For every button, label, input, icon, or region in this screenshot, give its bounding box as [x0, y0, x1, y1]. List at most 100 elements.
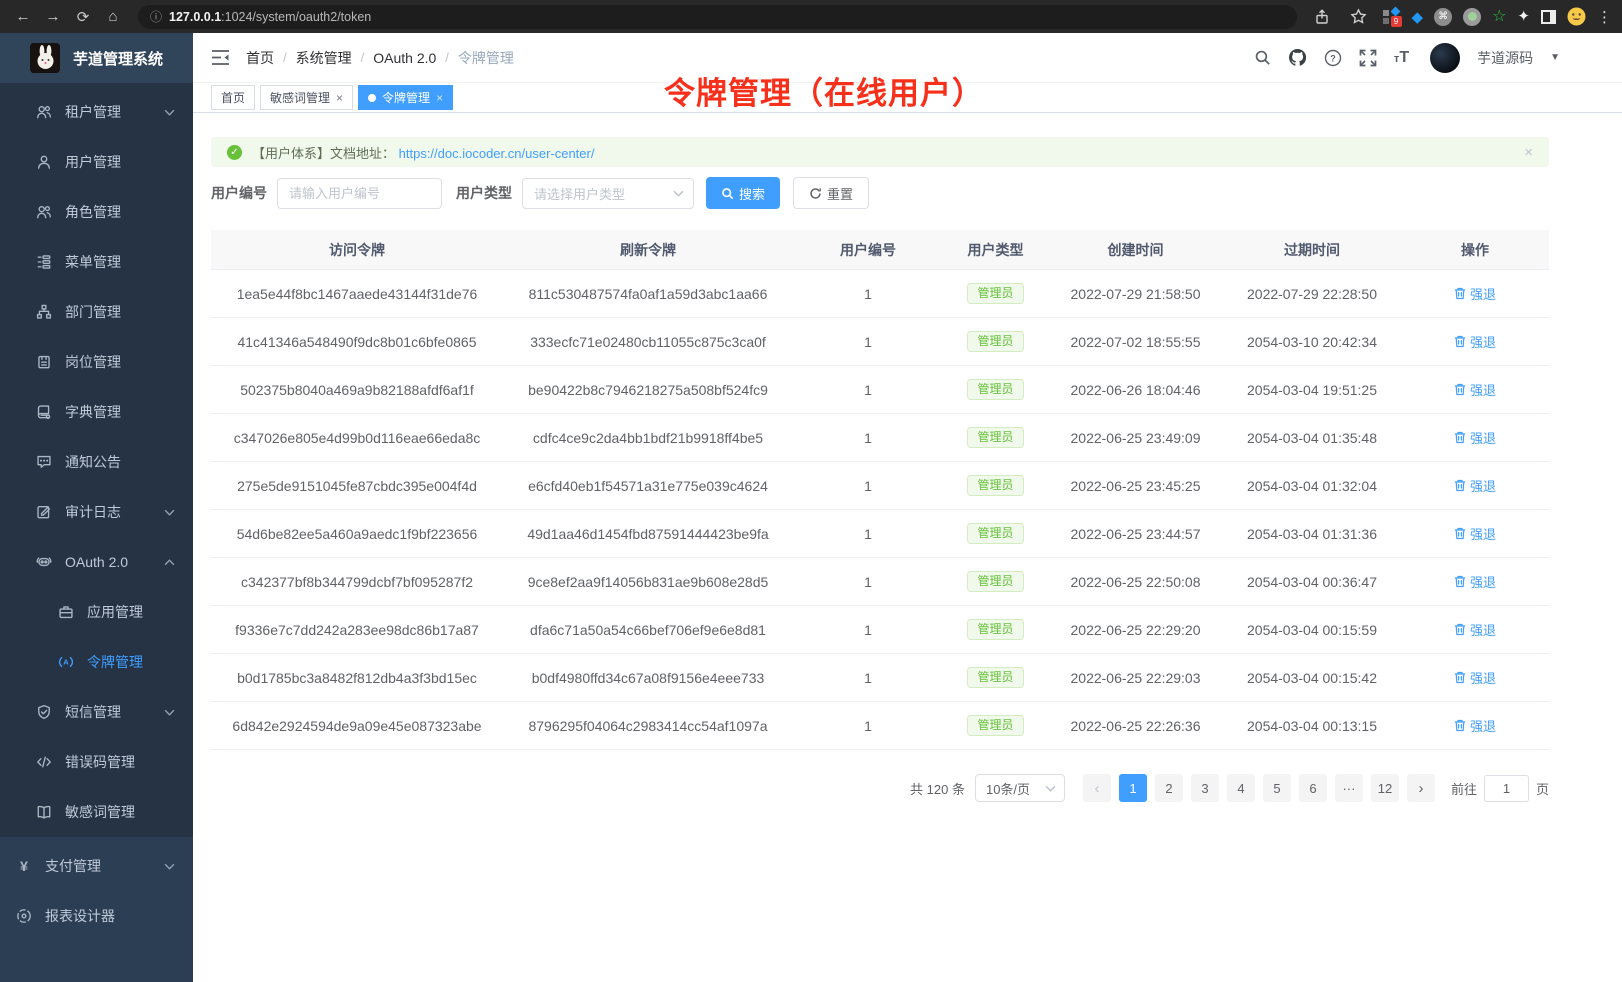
sidebar-item-字典管理[interactable]: 字典管理: [0, 387, 193, 437]
force-logout-button[interactable]: 强退: [1454, 380, 1496, 399]
sidepanel-icon[interactable]: [1541, 10, 1556, 24]
tab-敏感词管理[interactable]: 敏感词管理 ×: [260, 85, 353, 110]
tab-close-icon[interactable]: ×: [436, 91, 443, 105]
cell-refresh-token: e6cfd40eb1f54571a31e775e039c4624: [503, 462, 793, 509]
org-icon: [36, 304, 52, 320]
doc-link[interactable]: https://doc.iocoder.cn/user-center/: [399, 146, 595, 161]
user-type-badge: 管理员: [967, 283, 1023, 305]
user-name[interactable]: 芋道源码: [1477, 48, 1533, 68]
page-button-5[interactable]: 5: [1263, 774, 1291, 802]
reload-icon[interactable]: ⟳: [70, 5, 96, 29]
goto-suffix: 页: [1536, 779, 1549, 798]
sidebar-collapse-icon[interactable]: [211, 49, 230, 66]
sidebar-item-支付管理[interactable]: ¥ 支付管理: [0, 841, 193, 891]
tab-label: 敏感词管理: [270, 89, 330, 106]
tab-label: 首页: [221, 89, 245, 106]
record-extension-icon[interactable]: [1463, 8, 1481, 26]
user-id-input[interactable]: [277, 178, 442, 209]
forward-icon[interactable]: →: [40, 5, 66, 29]
user-type-select[interactable]: 请选择用户类型: [522, 178, 694, 209]
cell-created-time: 2022-06-26 18:04:46: [1048, 366, 1223, 413]
sidebar-item-通知公告[interactable]: 通知公告: [0, 437, 193, 487]
breadcrumb-item[interactable]: OAuth 2.0: [373, 50, 436, 66]
sidebar-item-短信管理[interactable]: 短信管理: [0, 687, 193, 737]
next-page-button[interactable]: ›: [1407, 774, 1435, 802]
force-logout-button[interactable]: 强退: [1454, 620, 1496, 639]
doc-alert: ✓ 【用户体系】文档地址： https://doc.iocoder.cn/use…: [211, 137, 1549, 167]
tab-首页[interactable]: 首页: [211, 85, 255, 110]
font-size-icon[interactable]: тT: [1394, 49, 1409, 67]
sidebar-item-令牌管理[interactable]: A 令牌管理: [0, 637, 193, 687]
search-icon[interactable]: [1254, 49, 1271, 66]
page-button-1[interactable]: 1: [1119, 774, 1147, 802]
home-icon[interactable]: ⌂: [100, 5, 126, 29]
gem-extension-icon[interactable]: ◆: [1412, 8, 1424, 26]
chevron-down-icon[interactable]: ▼: [1550, 52, 1560, 63]
active-tab-dot: [368, 94, 376, 102]
cell-expire-time: 2054-03-04 00:15:42: [1223, 654, 1401, 701]
cell-refresh-token: 9ce8ef2aa9f14056b831ae9b608e28d5: [503, 558, 793, 605]
breadcrumb-item[interactable]: 首页: [246, 48, 274, 68]
share-icon[interactable]: [1309, 5, 1335, 29]
force-logout-button[interactable]: 强退: [1454, 668, 1496, 687]
cell-access-token: 54d6be82ee5a460a9aedc1f9bf223656: [211, 510, 503, 557]
sidebar-item-OAuth 2.0[interactable]: OAuth 2.0: [0, 537, 193, 587]
sidebar-item-租户管理[interactable]: 租户管理: [0, 87, 193, 137]
page-info-icon[interactable]: ⓘ: [150, 8, 162, 25]
url-bar[interactable]: ⓘ 127.0.0.1:1024/system/oauth2/token: [138, 5, 1297, 29]
user-type-badge: 管理员: [967, 475, 1023, 497]
user-type-badge: 管理员: [967, 427, 1023, 449]
sidebar-item-用户管理[interactable]: 用户管理: [0, 137, 193, 187]
force-logout-button[interactable]: 强退: [1454, 716, 1496, 735]
sidebar-item-角色管理[interactable]: 角色管理: [0, 187, 193, 237]
extension-grid-icon[interactable]: 9: [1383, 8, 1401, 26]
force-logout-button[interactable]: 强退: [1454, 476, 1496, 495]
cell-created-time: 2022-06-25 22:50:08: [1048, 558, 1223, 605]
page-size-select[interactable]: 10条/页: [975, 774, 1065, 802]
force-logout-button[interactable]: 强退: [1454, 524, 1496, 543]
sidebar-item-审计日志[interactable]: 审计日志: [0, 487, 193, 537]
search-button[interactable]: 搜索: [706, 177, 780, 209]
page-button-2[interactable]: 2: [1155, 774, 1183, 802]
avatar[interactable]: [1430, 43, 1460, 73]
page-button-3[interactable]: 3: [1191, 774, 1219, 802]
prev-page-button[interactable]: ‹: [1083, 774, 1111, 802]
app-logo[interactable]: 芋道管理系统: [0, 33, 193, 83]
page-button-12[interactable]: 12: [1371, 774, 1399, 802]
force-logout-button[interactable]: 强退: [1454, 284, 1496, 303]
fullscreen-icon[interactable]: [1359, 49, 1377, 67]
profile-emoji-icon[interactable]: [1567, 7, 1586, 26]
goto-page-input[interactable]: [1484, 775, 1529, 802]
trash-icon: [1454, 287, 1466, 300]
help-icon[interactable]: ?: [1324, 49, 1342, 67]
sidebar-item-错误码管理[interactable]: 错误码管理: [0, 737, 193, 787]
star-extension-icon[interactable]: ☆: [1492, 9, 1506, 25]
breadcrumb-item[interactable]: 系统管理: [296, 48, 352, 68]
tab-close-icon[interactable]: ×: [336, 91, 343, 105]
page-ellipsis[interactable]: ···: [1335, 774, 1363, 802]
page-button-6[interactable]: 6: [1299, 774, 1327, 802]
search-button-icon: [721, 187, 734, 200]
sidebar-item-报表设计器[interactable]: 报表设计器: [0, 891, 193, 941]
force-logout-button[interactable]: 强退: [1454, 572, 1496, 591]
alert-close-icon[interactable]: ×: [1524, 144, 1533, 161]
svg-text:A: A: [63, 658, 69, 667]
reset-button[interactable]: 重置: [793, 177, 869, 209]
sidebar-item-部门管理[interactable]: 部门管理: [0, 287, 193, 337]
app-icon: [58, 604, 74, 620]
back-icon[interactable]: ←: [10, 5, 36, 29]
bookmark-star-icon[interactable]: [1346, 5, 1372, 29]
sidebar-item-应用管理[interactable]: 应用管理: [0, 587, 193, 637]
force-logout-button[interactable]: 强退: [1454, 428, 1496, 447]
spark-extension-icon[interactable]: ✦: [1517, 9, 1530, 24]
force-logout-button[interactable]: 强退: [1454, 332, 1496, 351]
github-icon[interactable]: [1288, 48, 1307, 67]
sidebar-item-菜单管理[interactable]: 菜单管理: [0, 237, 193, 287]
sidebar-item-岗位管理[interactable]: 岗位管理: [0, 337, 193, 387]
page-button-4[interactable]: 4: [1227, 774, 1255, 802]
browser-menu-icon[interactable]: ⋮: [1597, 8, 1612, 26]
sidebar-item-敏感词管理[interactable]: 敏感词管理: [0, 787, 193, 837]
tab-令牌管理[interactable]: 令牌管理 ×: [358, 85, 453, 110]
cell-expire-time: 2054-03-04 00:15:59: [1223, 606, 1401, 653]
cmd-extension-icon[interactable]: ⌘: [1434, 8, 1452, 26]
